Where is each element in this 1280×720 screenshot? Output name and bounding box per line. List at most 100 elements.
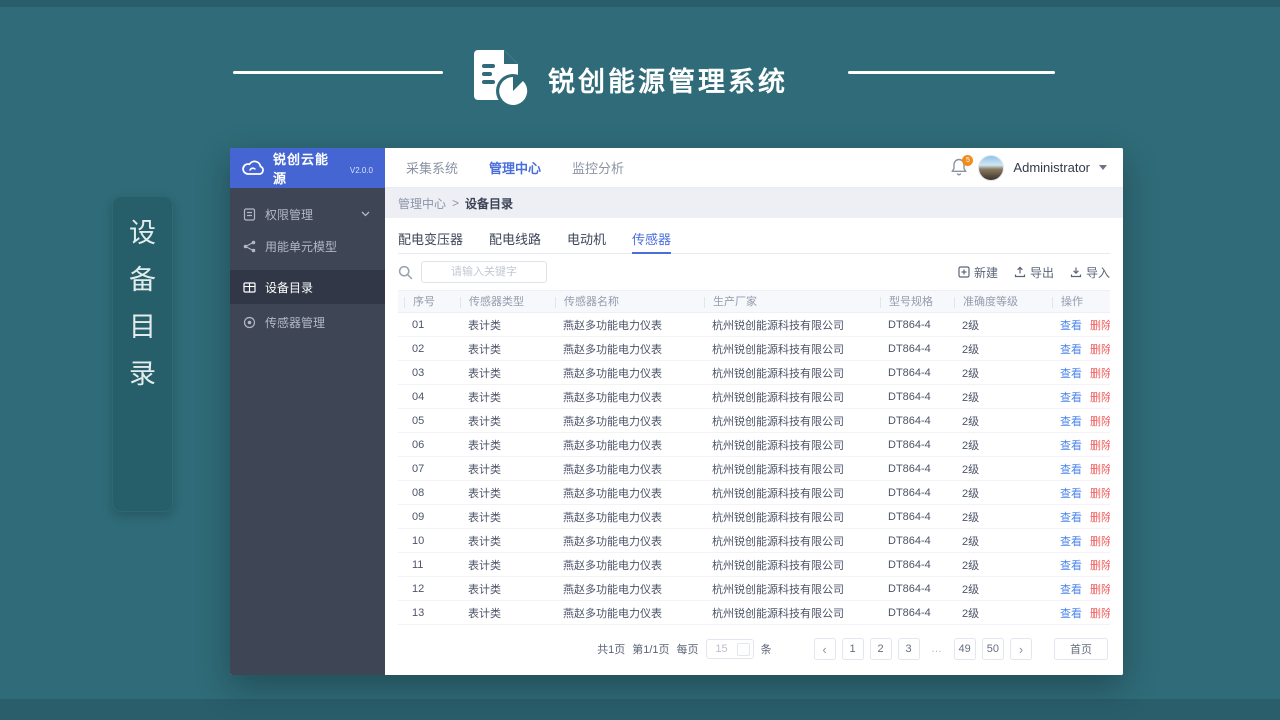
cell-model: DT864-4 [874,336,948,361]
new-button[interactable]: 新建 [958,264,998,281]
cell-sensor-name: 燕赵多功能电力仪表 [549,480,698,505]
delete-link[interactable]: 删除 [1090,584,1110,596]
view-link[interactable]: 查看 [1060,392,1082,404]
page-button[interactable]: 49 [953,638,976,660]
table-toolbar: 新建 导出 导入 [398,254,1110,290]
table-row: 12 表计类 燕赵多功能电力仪表 杭州锐创能源科技有限公司 DT864-4 2级 查看 删除 [398,576,1110,601]
main-area: 采集系统 管理中心 监控分析 5 Administrator 管理中心 > 设备… [385,148,1123,675]
tab-sensor[interactable]: 传感器 [632,224,672,254]
user-name[interactable]: Administrator [1013,160,1090,175]
cell-sensor-name: 燕赵多功能电力仪表 [549,360,698,385]
cell-sensor-type: 表计类 [454,480,549,505]
tab-distribution-transformer[interactable]: 配电变压器 [398,224,463,253]
view-link[interactable]: 查看 [1060,536,1082,548]
view-link[interactable]: 查看 [1060,608,1082,620]
share-icon [243,240,256,252]
delete-link[interactable]: 删除 [1090,392,1110,404]
first-page-button[interactable]: 首页 [1054,638,1108,660]
next-page-button[interactable]: › [1010,638,1032,660]
cell-sensor-type: 表计类 [454,456,549,481]
cell-seq: 06 [398,432,454,457]
nav-item-collection-system[interactable]: 采集系统 [406,158,458,177]
cell-manufacturer: 杭州锐创能源科技有限公司 [698,552,874,577]
table-row: 07 表计类 燕赵多功能电力仪表 杭州锐创能源科技有限公司 DT864-4 2级 查看 删除 [398,456,1110,481]
sidebar-item-energy-unit-model[interactable]: 用能单元模型 [230,230,385,262]
per-page-stepper[interactable] [736,642,750,656]
bottom-edge-strip [0,699,1280,720]
cell-model: DT864-4 [874,384,948,409]
sidebar-item-permissions[interactable]: 权限管理 [230,198,385,230]
view-link[interactable]: 查看 [1060,344,1082,356]
import-button[interactable]: 导入 [1070,264,1110,281]
cell-sensor-type: 表计类 [454,360,549,385]
delete-link[interactable]: 删除 [1090,440,1110,452]
cell-accuracy: 2级 [948,600,1046,625]
new-button-label: 新建 [973,265,998,280]
cell-seq: 07 [398,456,454,481]
view-link[interactable]: 查看 [1060,512,1082,524]
cell-sensor-name: 燕赵多功能电力仪表 [549,528,698,553]
view-link[interactable]: 查看 [1060,416,1082,428]
col-header-manufacturer: 生产厂家 [698,290,874,313]
page-ellipsis: … [925,638,948,660]
cell-actions: 查看 删除 [1046,576,1110,601]
per-page-control [705,639,754,659]
document-icon [243,207,256,221]
cell-sensor-name: 燕赵多功能电力仪表 [549,552,698,577]
nav-item-monitoring-analysis[interactable]: 监控分析 [572,158,624,177]
view-link[interactable]: 查看 [1060,440,1082,452]
page-button[interactable]: 3 [897,638,920,660]
cell-accuracy: 2级 [948,360,1046,385]
cell-seq: 10 [398,528,454,553]
cell-actions: 查看 删除 [1046,528,1110,553]
chevron-down-icon [361,211,370,217]
tab-motor[interactable]: 电动机 [567,224,606,253]
delete-link[interactable]: 删除 [1090,320,1110,332]
delete-link[interactable]: 删除 [1090,560,1110,572]
tab-distribution-line[interactable]: 配电线路 [489,224,541,253]
delete-link[interactable]: 删除 [1090,512,1110,524]
notification-bell-icon[interactable]: 5 [951,154,974,178]
delete-link[interactable]: 删除 [1090,368,1110,380]
view-link[interactable]: 查看 [1060,320,1082,332]
delete-link[interactable]: 删除 [1090,608,1110,620]
delete-link[interactable]: 删除 [1090,416,1110,428]
delete-link[interactable]: 删除 [1090,488,1110,500]
nav-item-management-center[interactable]: 管理中心 [489,158,541,177]
sidebar-item-sensor-management[interactable]: 传感器管理 [230,306,385,338]
view-link[interactable]: 查看 [1060,368,1082,380]
cell-manufacturer: 杭州锐创能源科技有限公司 [698,480,874,505]
cell-actions: 查看 删除 [1046,312,1110,337]
sidebar-item-device-catalog[interactable]: 设备目录 [230,270,385,304]
breadcrumb-parent[interactable]: 管理中心 [398,195,446,212]
cell-model: DT864-4 [874,312,948,337]
view-link[interactable]: 查看 [1060,464,1082,476]
page-button[interactable]: 50 [981,638,1004,660]
per-page-input[interactable] [709,643,734,655]
search-input[interactable] [421,261,547,283]
user-avatar[interactable] [978,154,1005,181]
cell-seq: 02 [398,336,454,361]
table-row: 02 表计类 燕赵多功能电力仪表 杭州锐创能源科技有限公司 DT864-4 2级 查看 删除 [398,336,1110,361]
page-button[interactable]: 1 [841,638,864,660]
delete-link[interactable]: 删除 [1090,464,1110,476]
cell-sensor-type: 表计类 [454,312,549,337]
page-button[interactable]: 2 [869,638,892,660]
view-link[interactable]: 查看 [1060,488,1082,500]
cell-sensor-name: 燕赵多功能电力仪表 [549,432,698,457]
prev-page-button[interactable]: ‹ [813,638,836,660]
user-menu-caret-icon[interactable] [1099,165,1107,170]
delete-link[interactable]: 删除 [1090,344,1110,356]
view-link[interactable]: 查看 [1060,584,1082,596]
delete-link[interactable]: 删除 [1090,536,1110,548]
cell-manufacturer: 杭州锐创能源科技有限公司 [698,456,874,481]
view-link[interactable]: 查看 [1060,560,1082,572]
table-row: 09 表计类 燕赵多功能电力仪表 杭州锐创能源科技有限公司 DT864-4 2级 查看 删除 [398,504,1110,529]
cell-sensor-type: 表计类 [454,600,549,625]
cell-accuracy: 2级 [948,528,1046,553]
cell-sensor-type: 表计类 [454,432,549,457]
cell-model: DT864-4 [874,576,948,601]
export-button[interactable]: 导出 [1014,264,1054,281]
cell-actions: 查看 删除 [1046,552,1110,577]
sidebar-logo: 锐创云能源 V2.0.0 [230,148,385,188]
